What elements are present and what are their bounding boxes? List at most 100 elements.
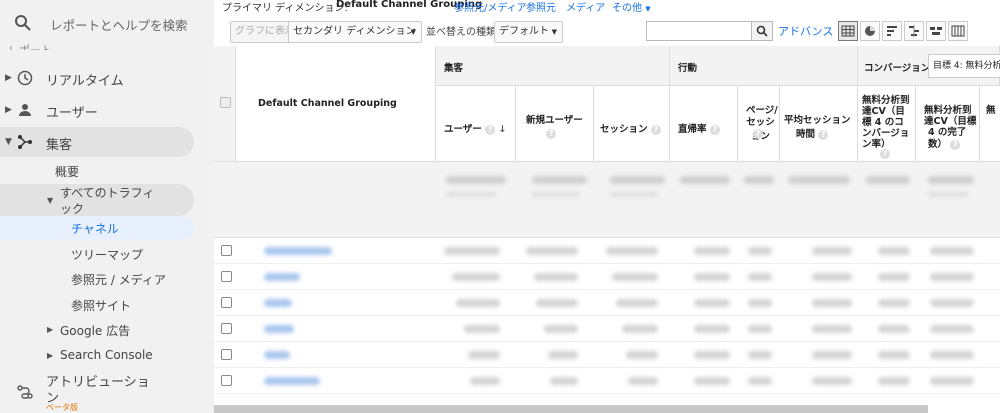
sidebar-item-google-ads[interactable]: ▶ Google 広告 <box>0 320 194 340</box>
cell-value <box>748 377 772 385</box>
help-icon[interactable]: ? <box>753 128 763 139</box>
goal-select[interactable]: 目標 4: 無料分析 <box>928 54 1000 78</box>
cell-value <box>878 299 910 307</box>
table-row <box>214 238 1000 264</box>
cell-value <box>550 377 578 385</box>
sidebar-item-search-console[interactable]: ▶ Search Console <box>0 346 194 366</box>
performance-view-icon[interactable] <box>882 21 902 41</box>
sidebar-item-overview[interactable]: 概要 <box>55 163 79 180</box>
table-view-icon[interactable] <box>838 21 858 41</box>
col-header-bounce-rate[interactable]: 直帰率 ? <box>670 86 738 162</box>
cell-value <box>812 377 852 385</box>
row-checkbox[interactable] <box>221 323 232 334</box>
expand-caret-icon: ▶ <box>5 73 12 83</box>
channel-link[interactable] <box>264 325 294 333</box>
col-label: セッション <box>600 124 648 135</box>
sidebar-item-source-medium[interactable]: 参照元 / メディア <box>71 271 166 288</box>
cell-value <box>812 247 852 255</box>
other-link-label: その他 <box>612 3 642 14</box>
sidebar-item-realtime[interactable]: ▶ リアルタイム <box>0 63 214 93</box>
dimension-link-other[interactable]: その他 ▼ <box>612 0 651 14</box>
cell-value <box>526 247 578 255</box>
table-row <box>214 368 1000 394</box>
dimension-link-source-medium[interactable]: 参照元/メディア <box>454 0 527 14</box>
col-header-sessions[interactable]: セッション ? <box>594 86 670 162</box>
col-header-users[interactable]: ユーザー ? ↓ <box>436 86 516 162</box>
sort-type-label: 並べ替えの種類: <box>426 27 500 38</box>
channel-link[interactable] <box>264 351 290 359</box>
secondary-dimension-select[interactable]: セカンダリ ディメンション ▼ <box>288 21 422 43</box>
sidebar-search[interactable]: レポートとヘルプを検索 <box>0 0 214 46</box>
help-icon[interactable]: ? <box>950 139 961 150</box>
dimension-header[interactable]: Default Channel Grouping <box>236 46 436 162</box>
select-all-checkbox[interactable] <box>220 97 231 108</box>
channel-link[interactable] <box>264 377 320 385</box>
col-header-overflow[interactable]: 無 <box>980 86 1000 162</box>
row-checkbox[interactable] <box>221 297 232 308</box>
totals-row <box>214 162 1000 238</box>
help-icon[interactable]: ? <box>546 128 556 139</box>
secondary-dimension-label: セカンダリ ディメンション <box>293 26 416 37</box>
sidebar-item-all-traffic[interactable]: ▼ すべてのトラフィ ック <box>0 184 194 216</box>
horizontal-scrollbar[interactable] <box>214 405 928 413</box>
col-label: 無 <box>986 105 996 116</box>
sidebar-item-referrals[interactable]: 参照サイト <box>71 297 131 314</box>
help-icon[interactable]: ? <box>818 129 829 140</box>
help-icon[interactable]: ? <box>709 124 720 135</box>
blurred-total <box>866 176 910 184</box>
table-search-input[interactable] <box>646 21 752 41</box>
dimension-link-source[interactable]: 参照元 <box>526 0 556 14</box>
advanced-filter-link[interactable]: アドバンス <box>778 23 833 39</box>
pie-view-icon[interactable] <box>860 21 880 41</box>
blurred-total <box>446 176 506 184</box>
comparison-view-icon[interactable] <box>904 21 924 41</box>
sidebar-item-channels[interactable]: チャネル <box>0 216 194 240</box>
table-row <box>214 264 1000 290</box>
blurred-total <box>532 176 587 184</box>
acquisition-icon <box>18 135 32 149</box>
row-checkbox[interactable] <box>221 245 232 256</box>
sort-type-value: デフォルト <box>499 26 549 37</box>
group-header-acquisition: 集客 <box>436 46 670 86</box>
cell-value <box>544 325 578 333</box>
table-toolbar: グラフに表示 セカンダリ ディメンション ▼ 並べ替えの種類: デフォルト ▼ … <box>214 18 1000 44</box>
col-label: 平均セッション <box>784 115 851 126</box>
channel-link[interactable] <box>264 273 300 281</box>
help-icon[interactable]: ? <box>485 124 496 135</box>
table-search-button[interactable] <box>751 21 773 41</box>
channel-link[interactable] <box>264 299 292 307</box>
primary-dimension-label: プライマリ ディメンション: <box>222 3 348 14</box>
col-header-goal-conversion-rate[interactable]: 無料分析到 達CV（目 標 4 のコ ンバージョ ン率） ? <box>858 86 916 162</box>
cell-value <box>930 325 974 333</box>
sidebar-item-attribution[interactable]: アトリビューショ ン ベータ版 <box>0 370 194 413</box>
blurred-total-sub <box>446 192 496 197</box>
chevron-down-icon: ▼ <box>410 28 416 36</box>
row-checkbox[interactable] <box>221 349 232 360</box>
group-label: 行動 <box>678 63 698 74</box>
cell-value <box>694 325 730 333</box>
pivot-view-icon[interactable] <box>948 21 968 41</box>
col-header-pages-per-session[interactable]: ページ/ セッション ? <box>738 86 780 162</box>
col-label-cont: 時間 <box>796 129 816 140</box>
col-header-new-users[interactable]: 新規ユーザー ? <box>516 86 594 162</box>
blurred-total-sub <box>610 192 658 197</box>
term-cloud-view-icon[interactable] <box>926 21 946 41</box>
cell-value <box>694 351 730 359</box>
help-icon[interactable]: ? <box>880 148 890 159</box>
cell-value <box>468 351 500 359</box>
sidebar-item-treemap[interactable]: ツリーマップ <box>71 246 143 263</box>
cell-value <box>812 351 852 359</box>
blurred-total <box>744 176 774 184</box>
row-checkbox[interactable] <box>221 375 232 386</box>
col-header-goal-completions[interactable]: 無料分析到 達CV（目標 4 の完了 数） ? <box>916 86 980 162</box>
sort-type-select[interactable]: デフォルト ▼ <box>494 21 563 43</box>
row-checkbox[interactable] <box>221 271 232 282</box>
col-header-avg-session-duration[interactable]: 平均セッション 時間 ? <box>780 86 858 162</box>
channel-link[interactable] <box>264 247 332 255</box>
blurred-total <box>928 176 974 184</box>
dimension-link-medium[interactable]: メディア <box>566 0 605 14</box>
cell-value <box>444 247 500 255</box>
sidebar-item-audience[interactable]: ▶ ユーザー <box>0 95 214 125</box>
sidebar-item-acquisition[interactable]: ▼ 集客 <box>0 127 194 157</box>
help-icon[interactable]: ? <box>650 124 661 135</box>
